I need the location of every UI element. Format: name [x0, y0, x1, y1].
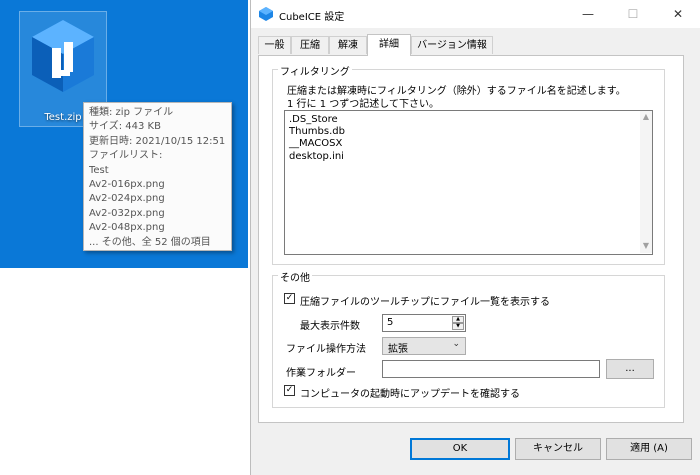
apply-button[interactable]: 適用 (A): [606, 438, 692, 460]
spin-down-icon[interactable]: ▼: [452, 323, 464, 330]
maximize-button[interactable]: ☐: [611, 0, 655, 28]
ok-button[interactable]: OK: [410, 438, 510, 460]
tooltip-line: Av2-016px.png: [89, 179, 165, 191]
tooltip-filelist-label: 圧縮ファイルのツールチップにファイル一覧を表示する: [300, 297, 550, 308]
tooltip-line: Av2-024px.png: [89, 193, 165, 205]
max-count-value: 5: [387, 317, 394, 328]
tab-version-info[interactable]: バージョン情報: [411, 36, 493, 54]
work-folder-input[interactable]: [382, 360, 600, 378]
tooltip-line: Av2-032px.png: [89, 207, 165, 219]
title-bar[interactable]: CubeICE 設定 — ☐ ✕: [251, 0, 700, 28]
max-count-stepper[interactable]: 5 ▲ ▼: [382, 314, 466, 332]
scroll-up-icon[interactable]: ▲: [640, 112, 652, 121]
close-button[interactable]: ✕: [656, 0, 700, 28]
textarea-scrollbar[interactable]: ▲ ▼: [640, 111, 652, 253]
tab-general[interactable]: 一般: [258, 36, 291, 54]
other-group-title: その他: [278, 269, 312, 284]
chevron-down-icon: ⌄: [452, 339, 460, 349]
scroll-down-icon[interactable]: ▼: [640, 241, 652, 250]
update-check-label: コンピュータの起動時にアップデートを確認する: [300, 389, 520, 400]
max-count-label: 最大表示件数: [300, 321, 360, 332]
cubeice-zip-icon: [32, 20, 94, 92]
filter-line: Thumbs.db: [289, 126, 345, 138]
tooltip-line: 種類: zip ファイル: [89, 107, 174, 118]
work-folder-label: 作業フォルダー: [286, 368, 356, 379]
filter-line: desktop.ini: [289, 150, 344, 162]
filtering-description-2: 1 行に 1 つずつ記述して下さい。: [287, 99, 439, 110]
minimize-button[interactable]: —: [566, 0, 610, 28]
tooltip-line: Av2-048px.png: [89, 222, 165, 234]
filtering-group-title: フィルタリング: [278, 63, 352, 78]
update-check-checkbox[interactable]: ✓: [284, 385, 295, 396]
filter-line: .DS_Store: [289, 114, 338, 125]
tooltip-line: Test: [89, 164, 109, 176]
tab-compress[interactable]: 圧縮: [291, 36, 329, 54]
tooltip-line: ファイルリスト:: [89, 150, 163, 162]
filter-list-textarea[interactable]: .DS_Store Thumbs.db __MACOSX desktop.ini…: [284, 110, 653, 255]
file-operation-value: 拡張: [388, 344, 408, 355]
tooltip-line: 更新日時: 2021/10/15 12:51: [89, 135, 226, 147]
tab-details[interactable]: 詳細: [367, 34, 411, 56]
tab-decompress[interactable]: 解凍: [329, 36, 367, 54]
browse-button[interactable]: ...: [606, 359, 654, 379]
window-title: CubeICE 設定: [279, 12, 345, 23]
file-operation-select[interactable]: 拡張 ⌄: [382, 337, 466, 355]
tooltip-filelist-checkbox[interactable]: ✓: [284, 293, 295, 304]
cubeice-app-icon: [259, 7, 273, 21]
cancel-button[interactable]: キャンセル: [515, 438, 601, 460]
filter-line: __MACOSX: [289, 138, 343, 150]
tooltip-line: サイズ: 443 KB: [89, 121, 161, 133]
file-tooltip: 種類: zip ファイル サイズ: 443 KB 更新日時: 2021/10/15 …: [83, 102, 232, 251]
tooltip-line: ... その他、全 52 個の項目: [89, 236, 211, 248]
spin-up-icon[interactable]: ▲: [452, 316, 464, 323]
file-operation-label: ファイル操作方法: [286, 344, 366, 355]
